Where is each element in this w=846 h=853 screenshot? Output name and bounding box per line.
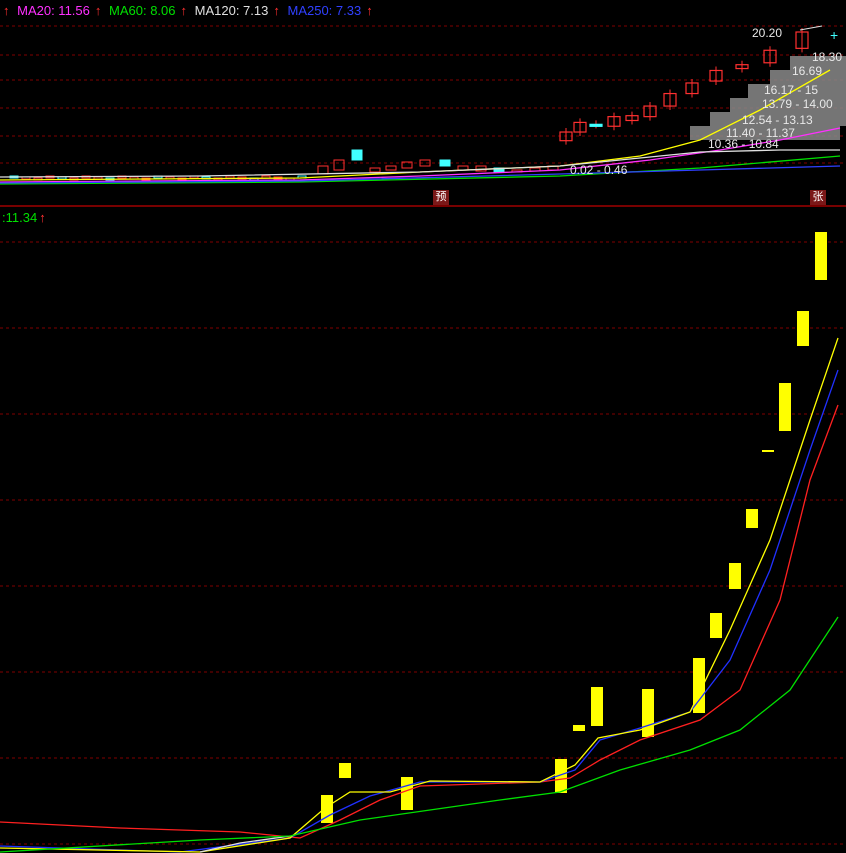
ma120-label: MA120: 7.13	[194, 3, 269, 18]
price-label: 10.36 - 10.84	[708, 137, 779, 151]
candle	[439, 159, 451, 167]
price-label: 0.02 - 0.46	[570, 163, 628, 177]
candle	[385, 165, 397, 171]
ma20-label: MA20: 11.56	[17, 3, 90, 18]
ma-legend: ↑ MA20: 11.56 ↑ MA60: 8.06 ↑ MA120: 7.13 ↑ …	[2, 3, 377, 18]
indicator-line	[0, 616, 839, 853]
indicator-bar	[642, 689, 654, 737]
candle	[351, 149, 363, 161]
candle	[369, 167, 381, 173]
price-label: 18.30	[812, 50, 842, 64]
ma250-label: MA250: 7.33	[287, 3, 362, 18]
price-label: 20.20	[752, 26, 782, 40]
candle	[225, 175, 235, 179]
indicator-bar	[573, 725, 585, 731]
up-arrow-icon: ↑	[273, 3, 280, 18]
price-label: 16.17 - 15	[764, 83, 818, 97]
indicator-line	[0, 369, 839, 853]
indicator-bar	[339, 763, 351, 778]
indicator-value: :11.34	[2, 210, 38, 225]
indicator-bar	[401, 777, 413, 810]
up-arrow-icon: ↑	[366, 3, 373, 18]
up-arrow-icon: ↑	[94, 3, 102, 18]
candle	[317, 165, 329, 175]
up-arrow-icon: ↑	[180, 3, 188, 18]
indicator-bar	[815, 232, 827, 280]
indicator-bar	[591, 687, 603, 726]
cross-marker: +	[830, 27, 838, 43]
indicator-bar	[729, 563, 741, 589]
indicator-bar	[797, 311, 809, 346]
indicator-legend: :11.34 ↑	[2, 210, 46, 225]
up-arrow-icon: ↑	[39, 210, 46, 225]
indicator-panel	[0, 232, 839, 853]
up-arrow-icon: ↑	[3, 3, 10, 18]
price-label: 16.69	[792, 64, 822, 78]
price-label: 13.79 - 14.00	[762, 97, 833, 111]
price-label: 12.54 - 13.13	[742, 113, 813, 127]
price-panel: +	[0, 25, 846, 185]
indicator-bar	[746, 509, 758, 528]
candle	[475, 165, 487, 172]
candle	[589, 123, 603, 127]
indicator-bar	[779, 383, 791, 431]
ma-line	[0, 165, 841, 184]
ma60-label: MA60: 8.06	[109, 3, 176, 18]
pointer-line	[799, 25, 823, 31]
candle	[333, 159, 345, 171]
indicator-line	[0, 337, 839, 853]
chart-canvas: + 20.20 18.3016.69 16.17 - 1513.79 - 14.00…	[0, 25, 846, 853]
forecast-badge[interactable]: 预	[433, 190, 449, 205]
limit-up-badge[interactable]: 张	[810, 190, 826, 205]
indicator-bar	[710, 613, 722, 638]
